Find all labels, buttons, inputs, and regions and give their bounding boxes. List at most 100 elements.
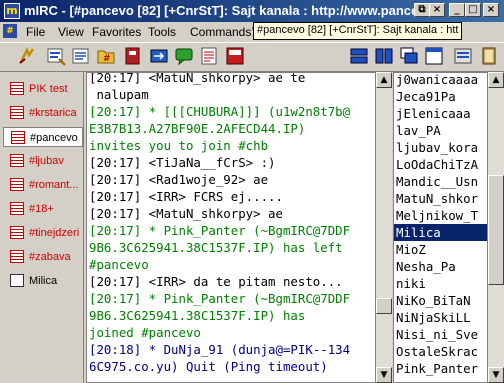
switchbar-item-label: #pancevo <box>30 132 78 144</box>
channel-window-icon <box>10 250 24 263</box>
menu-file[interactable]: File <box>26 25 45 39</box>
nick-list-item[interactable]: MioZ <box>396 241 486 258</box>
chat-line: [20:17] <TiJaNa__fCrS> :) <box>89 155 276 170</box>
chat-line: [20:17] <IRR> da te pitam nesto... <box>89 274 343 289</box>
connect-icon[interactable] <box>16 45 38 67</box>
chat-scrollbar[interactable] <box>376 72 392 383</box>
switchbar-item-label: #krstarica <box>29 107 77 119</box>
chat-scroll-up-icon[interactable]: ▲ <box>376 72 392 88</box>
chat-scroll-thumb[interactable] <box>376 298 392 314</box>
options-icon[interactable] <box>45 45 67 67</box>
menu-view[interactable]: View <box>58 25 84 39</box>
nick-list-item[interactable]: Nisi_ni_Sve <box>396 326 486 343</box>
chat-line: [20:17] <Rad1woje_92> ae <box>89 172 269 187</box>
switchbar-item[interactable]: PIK test <box>3 79 83 99</box>
svg-text:#: # <box>103 54 111 64</box>
channel-window-icon <box>10 106 24 119</box>
nick-list-item[interactable]: Milica <box>394 224 487 241</box>
nick-list-item[interactable]: niki <box>396 275 486 292</box>
nick-list-item[interactable]: Nesha_Pa <box>396 258 486 275</box>
nicklist-scroll-thumb[interactable] <box>488 175 504 285</box>
dcc-chat-icon[interactable] <box>173 45 195 67</box>
status-window-icon <box>10 82 24 95</box>
tile-windows-icon[interactable] <box>348 45 370 67</box>
channels-folder-icon[interactable]: # <box>95 45 117 67</box>
nick-list-item[interactable]: ljubav_kora <box>396 139 486 156</box>
nick-list-item[interactable]: NiKo_BiTaN <box>396 292 486 309</box>
switchbar-item[interactable]: #18+ <box>3 199 83 219</box>
notify-list-icon[interactable] <box>198 45 220 67</box>
query-window-icon <box>10 274 24 287</box>
menu-tools[interactable]: Tools <box>148 25 176 39</box>
chat-line: [20:17] <IRR> FCRS ej..... <box>89 189 283 204</box>
chat-line: 9B6.3C625941.38C1537F.IP) has left <box>89 240 343 255</box>
help-icon[interactable] <box>478 45 500 67</box>
switchbar-item[interactable]: #tinejdzeri <box>3 223 83 243</box>
switchbar-item-label: #romant... <box>29 179 79 191</box>
channel-topic-tooltip: #pancevo [82] [+CnrStT]: Sajt kanala : h… <box>253 22 463 40</box>
nick-list-item[interactable]: lav_PA <box>396 122 486 139</box>
nick-list-item[interactable]: Pink_Panter <box>396 360 486 377</box>
nick-list-item[interactable]: j0wanicaaaa <box>396 73 486 88</box>
chat-line: 6C975.co.yu) Quit (Ping timeout) <box>89 359 328 374</box>
nick-list-item[interactable]: NiNjaSkiLL <box>396 309 486 326</box>
chat-line: E3B7B13.A27BF90E.2AFECD44.IP) <box>89 121 306 136</box>
nick-list[interactable]: j0wanicaaaa Jeca91Pa jElenicaaa lav_PA ljuba… <box>393 72 488 383</box>
channel-window-icon <box>11 131 25 144</box>
channel-window-icon <box>10 226 24 239</box>
nick-list-item[interactable]: jElenicaaa <box>396 105 486 122</box>
channel-window-icon[interactable]: # <box>3 24 17 38</box>
nick-list-item[interactable]: Jeca91Pa <box>396 88 486 105</box>
menu-favorites[interactable]: Favorites <box>92 25 141 39</box>
switchbar-item[interactable]: #pancevo <box>3 127 83 147</box>
mirc-logo-icon[interactable]: m <box>4 3 20 19</box>
chat-line: nalupam <box>89 87 149 102</box>
tile-vertical-icon[interactable] <box>373 45 395 67</box>
channel-window-icon <box>10 178 24 191</box>
nick-list-item[interactable]: Mandic__Usn <box>396 173 486 190</box>
chat-line: #pancevo <box>89 257 149 272</box>
restore-channel-icon[interactable]: ⧉ <box>414 3 430 17</box>
chat-line: [20:17] <MatuN_shkorpy> ae <box>89 206 283 221</box>
channel-list-icon[interactable] <box>70 45 92 67</box>
switchbar-item[interactable]: #ljubav <box>3 151 83 171</box>
minimize-button[interactable]: _ <box>449 3 465 17</box>
options-colors-icon[interactable] <box>452 45 474 67</box>
nick-list-item[interactable]: MatuN_shkor <box>396 190 486 207</box>
dcc-send-icon[interactable] <box>148 45 170 67</box>
arrange-icons-icon[interactable] <box>423 45 445 67</box>
maximize-button[interactable]: □ <box>465 3 481 17</box>
chat-line: 9B6.3C625941.38C1537F.IP) has <box>89 308 306 323</box>
nicklist-scroll-up-icon[interactable]: ▲ <box>488 72 504 88</box>
switchbar-item[interactable]: #krstarica <box>3 103 83 123</box>
chat-line: [20:18] * DuNja_91 (dunja@=PIK--134 <box>89 342 351 357</box>
address-book-icon[interactable] <box>122 45 144 67</box>
switchbar-item[interactable]: #romant... <box>3 175 83 195</box>
window-title: mIRC - [#pancevo [82] [+CnrStT]: Sajt ka… <box>24 3 414 18</box>
nick-list-item[interactable]: LoOdaChiTzA <box>396 156 486 173</box>
nicklist-scroll-down-icon[interactable]: ▼ <box>488 367 504 383</box>
close-channel-icon[interactable]: × <box>429 3 445 17</box>
switchbar-item-label: #ljubav <box>29 155 64 167</box>
chat-scroll-down-icon[interactable]: ▼ <box>376 367 392 383</box>
switchbar-item-label: #zabava <box>29 251 71 263</box>
chat-line: invites you to join #chb <box>89 138 269 153</box>
switchbar-item-label: #tinejdzeri <box>29 227 80 239</box>
channel-window-icon <box>10 154 24 167</box>
channel-window-icon <box>10 202 24 215</box>
chat-line: joined #pancevo <box>89 325 201 340</box>
chat-line: [20:17] * [[[CHUBURA]]] (u1w2n8t7b@ <box>89 104 351 119</box>
chat-window[interactable]: [20:17] <MatuN_shkorpy> ae te nalupam [20… <box>86 72 376 383</box>
cascade-windows-icon[interactable] <box>398 45 420 67</box>
nick-list-item[interactable]: Meljnikow_T <box>396 207 486 224</box>
chat-line: [20:17] * Pink_Panter (~BgmIRC@7DDF <box>89 223 351 238</box>
switchbar-item-label: PIK test <box>29 83 68 95</box>
chat-line: [20:17] * Pink_Panter (~BgmIRC@7DDF <box>89 291 351 306</box>
close-button[interactable]: × <box>483 3 499 17</box>
menu-commands[interactable]: Commands <box>190 25 251 39</box>
switchbar-item[interactable]: Milica <box>3 271 83 291</box>
urls-icon[interactable] <box>224 45 246 67</box>
chat-line: [20:17] <MatuN_shkorpy> ae te <box>89 72 306 85</box>
switchbar-item[interactable]: #zabava <box>3 247 83 267</box>
nick-list-item[interactable]: OstaleSkrac <box>396 343 486 360</box>
